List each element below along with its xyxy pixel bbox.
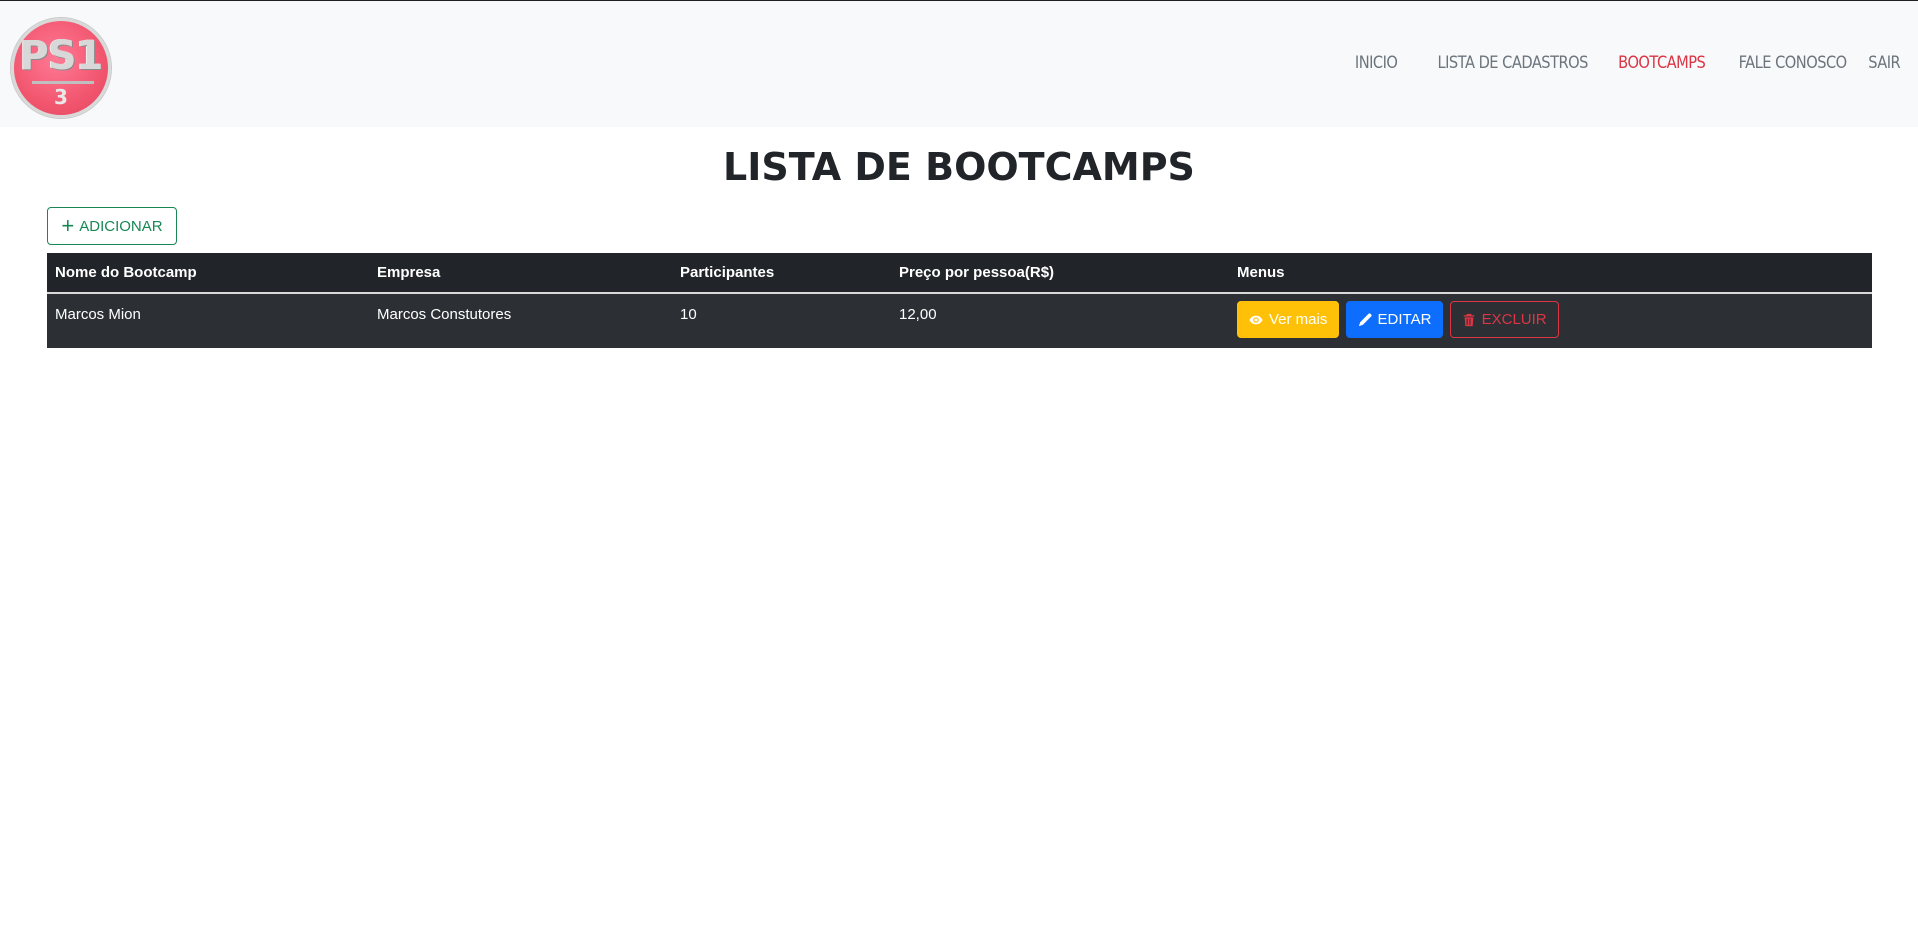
add-button-label: ADICIONAR — [79, 217, 163, 235]
nav-link-bootcamps[interactable]: BOOTCAMPS — [1618, 53, 1706, 73]
column-header-preco: Preço por pessoa(R$) — [891, 253, 1229, 294]
column-header-empresa: Empresa — [369, 253, 672, 294]
bootcamps-table: Nome do Bootcamp Empresa Participantes P… — [47, 253, 1872, 348]
column-header-participantes: Participantes — [672, 253, 891, 294]
plus-icon: + — [61, 213, 75, 238]
logo-text: PS1 — [19, 33, 104, 79]
logo-subtext: 3 — [54, 85, 68, 109]
page-title: LISTA DE BOOTCAMPS — [723, 145, 1195, 189]
view-more-button[interactable]: Ver mais — [1237, 301, 1340, 338]
trash-icon — [1462, 313, 1476, 327]
pencil-icon — [1358, 312, 1372, 327]
column-header-menus: Menus — [1229, 253, 1872, 294]
nav-link-inicio[interactable]: INICIO — [1354, 53, 1397, 73]
add-button[interactable]: + ADICIONAR — [47, 207, 177, 245]
nav-link-sair[interactable]: SAIR — [1868, 53, 1900, 73]
edit-label: EDITAR — [1377, 311, 1432, 328]
logo[interactable]: PS1 3 — [11, 18, 111, 118]
column-header-nome: Nome do Bootcamp — [47, 253, 369, 294]
table-header-row: Nome do Bootcamp Empresa Participantes P… — [47, 253, 1872, 294]
view-more-label: Ver mais — [1269, 311, 1328, 328]
cell-preco: 12,00 — [891, 293, 1229, 348]
cell-empresa: Marcos Constutores — [369, 293, 672, 348]
eye-icon — [1249, 313, 1263, 327]
cell-nome: Marcos Mion — [47, 293, 369, 348]
logo-divider — [32, 81, 94, 84]
nav-link-fale-conosco[interactable]: FALE CONOSCO — [1739, 53, 1848, 73]
delete-button[interactable]: EXCLUIR — [1449, 301, 1559, 338]
delete-label: EXCLUIR — [1481, 311, 1547, 328]
cell-actions: Ver mais EDITAR EXCLUIR — [1229, 293, 1872, 348]
table-row: Marcos Mion Marcos Constutores 10 12,00 … — [47, 293, 1872, 348]
cell-participantes: 10 — [672, 293, 891, 348]
edit-button[interactable]: EDITAR — [1345, 301, 1444, 338]
nav-menu: INICIO LISTA DE CADASTROS BOOTCAMPS FALE… — [1348, 53, 1900, 73]
nav-link-lista-de-cadastros[interactable]: LISTA DE CADASTROS — [1437, 53, 1588, 73]
navbar: PS1 3 INICIO LISTA DE CADASTROS BOOTCAMP… — [0, 0, 1918, 127]
